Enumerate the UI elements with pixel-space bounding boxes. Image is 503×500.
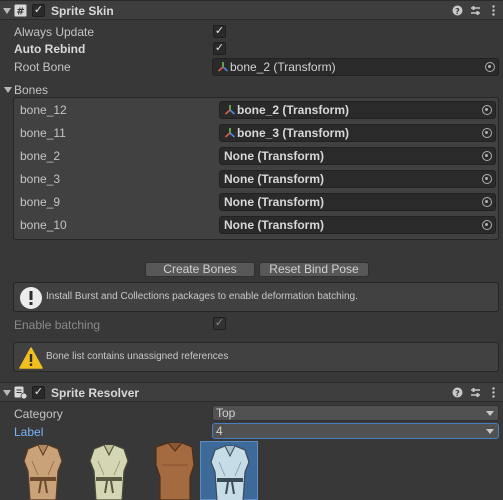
bones-list: bone_12 bone_2 (Transform) bone_11 bone_… xyxy=(13,97,499,240)
bones-foldout-arrow-icon[interactable] xyxy=(4,87,12,93)
info-help-box: Install Burst and Collections packages t… xyxy=(13,282,499,312)
svg-text:#: # xyxy=(16,7,24,18)
bone-name: bone_2 xyxy=(20,149,61,163)
always-update-label: Always Update xyxy=(14,25,95,39)
label-dropdown[interactable]: 4 xyxy=(212,423,499,439)
bone-transform-value: None (Transform) xyxy=(224,172,325,186)
bone-transform-field[interactable]: bone_2 (Transform) xyxy=(219,101,496,119)
bone-name: bone_12 xyxy=(20,103,67,117)
create-bones-button[interactable]: Create Bones xyxy=(145,262,255,277)
category-dropdown[interactable]: Top xyxy=(212,405,499,421)
bone-transform-value: bone_2 (Transform) xyxy=(237,103,350,117)
category-label: Category xyxy=(14,407,63,421)
bone-name: bone_9 xyxy=(20,195,61,209)
foldout-arrow-icon[interactable] xyxy=(3,390,11,396)
sprite-thumbnail-tunic-brown[interactable] xyxy=(146,441,204,500)
help-icon[interactable]: ? xyxy=(452,5,463,16)
bone-transform-value: None (Transform) xyxy=(224,195,325,209)
object-picker-icon[interactable] xyxy=(482,128,492,138)
reset-bind-pose-button[interactable]: Reset Bind Pose xyxy=(259,262,369,277)
info-message: Install Burst and Collections packages t… xyxy=(46,291,358,302)
transform-icon xyxy=(224,105,236,115)
info-icon xyxy=(20,287,42,309)
label-label: Label xyxy=(14,425,44,439)
sprite-skin-title: Sprite Skin xyxy=(51,4,114,18)
more-icon[interactable] xyxy=(488,387,499,398)
foldout-arrow-icon[interactable] xyxy=(3,8,11,14)
more-icon[interactable] xyxy=(488,5,499,16)
sprite-thumbnail-tunic-tan[interactable] xyxy=(14,441,72,500)
auto-rebind-label: Auto Rebind xyxy=(14,42,86,56)
bone-transform-value: None (Transform) xyxy=(224,149,325,163)
transform-icon xyxy=(224,128,236,138)
bone-transform-field[interactable]: None (Transform) xyxy=(219,216,496,234)
object-picker-icon[interactable] xyxy=(482,197,492,207)
sprite-thumbnail-selected[interactable] xyxy=(200,441,258,500)
enable-batching-label: Enable batching xyxy=(14,318,101,332)
warning-message: Bone list contains unassigned references xyxy=(46,351,229,362)
object-picker-icon[interactable] xyxy=(485,62,495,72)
bone-transform-field[interactable]: bone_3 (Transform) xyxy=(219,124,496,142)
root-bone-field[interactable]: bone_2 (Transform) xyxy=(212,58,499,76)
object-picker-icon[interactable] xyxy=(482,151,492,161)
bone-transform-field[interactable]: None (Transform) xyxy=(219,193,496,211)
sprite-thumbnail-tunic-blue xyxy=(210,445,250,500)
sprite-resolver-header[interactable]: ✓ Sprite Resolver ? xyxy=(0,382,503,402)
bone-transform-field[interactable]: None (Transform) xyxy=(219,170,496,188)
sprite-resolver-title: Sprite Resolver xyxy=(51,386,140,400)
sprite-skin-enabled-checkbox[interactable]: ✓ xyxy=(32,4,45,17)
bone-name: bone_3 xyxy=(20,172,61,186)
svg-text:?: ? xyxy=(455,389,460,398)
label-value: 4 xyxy=(216,424,223,438)
enable-batching-checkbox[interactable]: ✓ xyxy=(213,317,226,330)
sprite-thumbnail-tunic-green[interactable] xyxy=(80,441,138,500)
sprite-resolver-component-icon xyxy=(14,386,27,399)
object-picker-icon[interactable] xyxy=(482,220,492,230)
chevron-down-icon xyxy=(486,429,494,434)
bone-transform-field[interactable]: None (Transform) xyxy=(219,147,496,165)
bone-transform-value: bone_3 (Transform) xyxy=(237,126,350,140)
bone-transform-value: None (Transform) xyxy=(224,218,325,232)
auto-rebind-checkbox[interactable]: ✓ xyxy=(213,42,226,55)
object-picker-icon[interactable] xyxy=(482,105,492,115)
bone-name: bone_11 xyxy=(20,126,66,140)
category-value: Top xyxy=(216,406,236,420)
warning-icon xyxy=(19,347,43,369)
sprite-skin-component-icon: # xyxy=(14,4,27,17)
sprite-skin-header[interactable]: # ✓ Sprite Skin ? xyxy=(0,0,503,20)
always-update-checkbox[interactable]: ✓ xyxy=(213,25,226,38)
sprite-resolver-enabled-checkbox[interactable]: ✓ xyxy=(32,386,45,399)
help-icon[interactable]: ? xyxy=(452,387,463,398)
svg-text:?: ? xyxy=(455,7,460,16)
preset-icon[interactable] xyxy=(470,5,481,16)
root-bone-value: bone_2 (Transform) xyxy=(230,60,336,74)
object-picker-icon[interactable] xyxy=(482,174,492,184)
bone-name: bone_10 xyxy=(20,218,67,232)
chevron-down-icon xyxy=(486,411,494,416)
root-bone-label: Root Bone xyxy=(14,60,71,74)
bones-label: Bones xyxy=(14,83,49,97)
transform-icon xyxy=(217,62,229,72)
preset-icon[interactable] xyxy=(470,387,481,398)
warning-help-box: Bone list contains unassigned references xyxy=(13,342,499,372)
